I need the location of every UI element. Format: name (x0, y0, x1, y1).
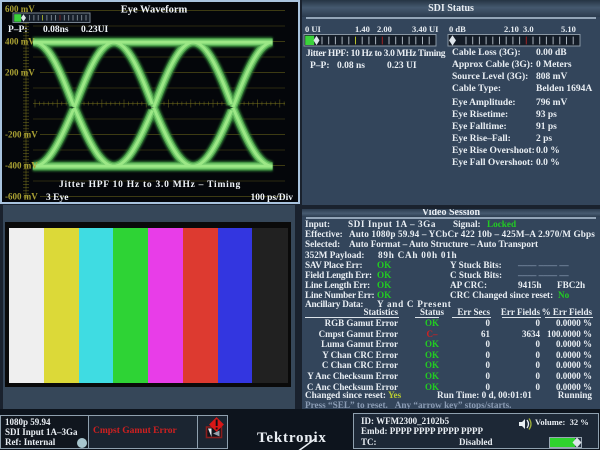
svg-text:200 mV: 200 mV (5, 67, 35, 77)
svg-text:-600 mV: -600 mV (5, 191, 38, 201)
svg-text:P–P:: P–P: (8, 25, 28, 35)
svg-text:Eye Waveform: Eye Waveform (121, 5, 188, 16)
svg-text:600 mV: 600 mV (5, 4, 35, 14)
svg-text:3 Eye: 3 Eye (46, 193, 68, 202)
svg-text:Jitter HPF 10 Hz to 3.0 MHz –: Jitter HPF 10 Hz to 3.0 MHz – Timing (59, 180, 241, 190)
svg-text:0.08ns: 0.08ns (43, 25, 69, 35)
svg-text:-200 mV: -200 mV (5, 129, 38, 139)
svg-text:0.23UI: 0.23UI (81, 25, 108, 35)
svg-text:100 ps/Div: 100 ps/Div (251, 193, 294, 202)
svg-text:-400 mV: -400 mV (5, 160, 38, 170)
svg-text:400 mV: 400 mV (5, 36, 35, 46)
